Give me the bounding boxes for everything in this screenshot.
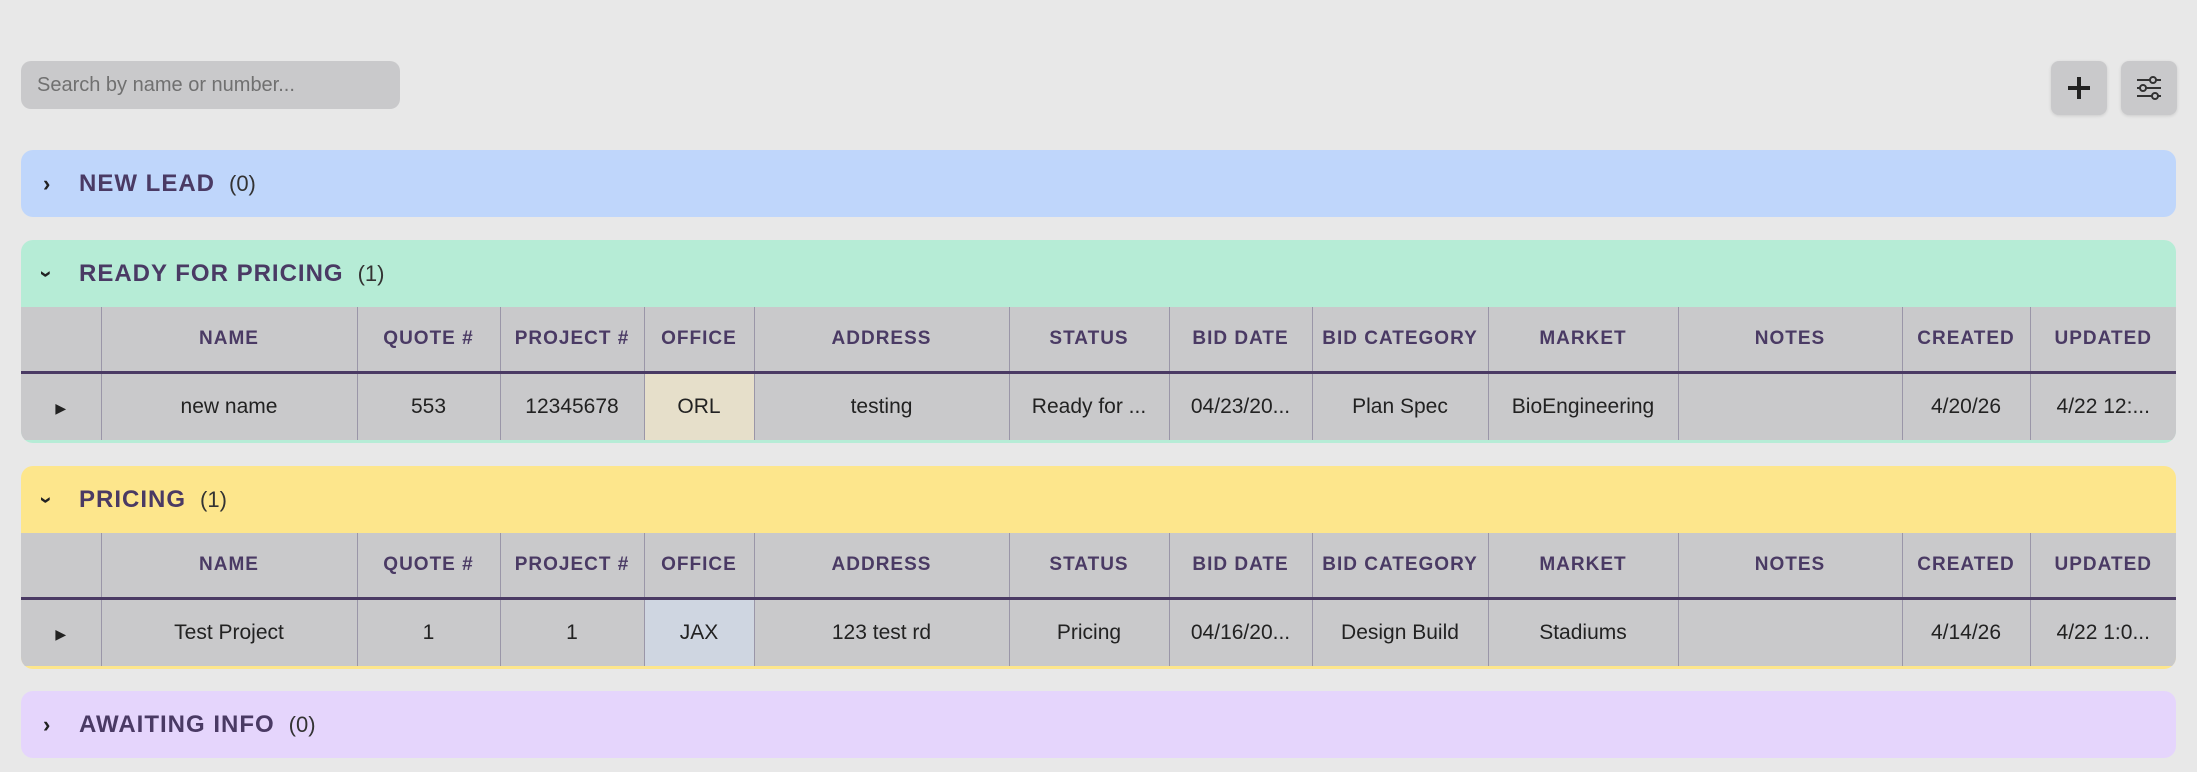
cell-created: 4/14/26 xyxy=(1902,598,2031,666)
column-header-created[interactable]: CREATED xyxy=(1902,533,2031,600)
group-awaiting-info: › AWAITING INFO (0) xyxy=(21,691,2176,758)
group-count: (1) xyxy=(200,486,227,512)
group-ready-for-pricing: › READY FOR PRICING (1) NAME QUOTE # PRO… xyxy=(21,240,2176,443)
group-title: PRICING xyxy=(79,485,187,513)
column-header-name[interactable]: NAME xyxy=(101,307,358,374)
column-header-name[interactable]: NAME xyxy=(101,533,358,600)
cell-bid-date: 04/16/20... xyxy=(1169,598,1313,666)
column-header-quote[interactable]: QUOTE # xyxy=(357,307,501,374)
column-header-notes[interactable]: NOTES xyxy=(1678,533,1903,600)
group-header-new-lead[interactable]: › NEW LEAD (0) xyxy=(21,150,2176,217)
column-header-status[interactable]: STATUS xyxy=(1009,533,1170,600)
table-row[interactable]: ▶ new name 553 12345678 ORL testing Read… xyxy=(21,372,2176,440)
sliders-icon xyxy=(2137,76,2161,100)
column-header-market[interactable]: MARKET xyxy=(1488,307,1679,374)
column-header-market[interactable]: MARKET xyxy=(1488,533,1679,600)
cell-quote: 553 xyxy=(357,372,501,440)
plus-icon xyxy=(2068,77,2090,99)
column-header-status[interactable]: STATUS xyxy=(1009,307,1170,374)
group-count: (0) xyxy=(229,170,256,196)
column-header-office[interactable]: OFFICE xyxy=(644,533,755,600)
group-title: NEW LEAD xyxy=(79,169,215,197)
cell-status: Pricing xyxy=(1009,598,1170,666)
column-header-bid-date[interactable]: BID DATE xyxy=(1169,533,1313,600)
row-expand-toggle[interactable]: ▶ xyxy=(21,372,102,440)
row-expand-toggle[interactable]: ▶ xyxy=(21,598,102,666)
group-count: (1) xyxy=(357,260,385,286)
cell-office: ORL xyxy=(644,372,755,440)
cell-bid-date: 04/23/20... xyxy=(1169,372,1313,440)
cell-name: new name xyxy=(101,372,358,440)
cell-project: 12345678 xyxy=(500,372,645,440)
cell-address: testing xyxy=(754,372,1010,440)
column-header-bid-category[interactable]: BID CATEGORY xyxy=(1312,307,1489,374)
column-header-created[interactable]: CREATED xyxy=(1902,307,2031,374)
group-pricing: › PRICING (1) NAME QUOTE # PROJECT # OFF… xyxy=(21,466,2176,669)
chevron-right-icon: › xyxy=(43,170,51,196)
cell-market: BioEngineering xyxy=(1488,372,1679,440)
cell-name: Test Project xyxy=(101,598,358,666)
cell-market: Stadiums xyxy=(1488,598,1679,666)
cell-created: 4/20/26 xyxy=(1902,372,2031,440)
cell-bid-category: Design Build xyxy=(1312,598,1489,666)
group-header-ready-for-pricing[interactable]: › READY FOR PRICING (1) xyxy=(21,240,2176,307)
triangle-right-icon: ▶ xyxy=(55,399,67,416)
column-header-bid-category[interactable]: BID CATEGORY xyxy=(1312,533,1489,600)
cell-status: Ready for ... xyxy=(1009,372,1170,440)
column-header-bid-date[interactable]: BID DATE xyxy=(1169,307,1313,374)
table-row[interactable]: ▶ Test Project 1 1 JAX 123 test rd Prici… xyxy=(21,598,2176,666)
filter-settings-button[interactable] xyxy=(2121,61,2177,115)
column-header-address[interactable]: ADDRESS xyxy=(754,533,1010,600)
toolbar xyxy=(21,61,2177,115)
column-header-notes[interactable]: NOTES xyxy=(1678,307,1903,374)
table-header-row: NAME QUOTE # PROJECT # OFFICE ADDRESS ST… xyxy=(21,307,2176,374)
group-title: AWAITING INFO xyxy=(79,710,275,738)
cell-quote: 1 xyxy=(357,598,501,666)
cell-project: 1 xyxy=(500,598,645,666)
cell-office: JAX xyxy=(644,598,755,666)
search-input[interactable] xyxy=(21,61,400,109)
column-header-updated[interactable]: UPDATED xyxy=(2030,307,2176,374)
cell-notes xyxy=(1678,372,1903,440)
column-header-project[interactable]: PROJECT # xyxy=(500,533,645,600)
column-header-quote[interactable]: QUOTE # xyxy=(357,533,501,600)
expander-header xyxy=(21,307,102,374)
expander-header xyxy=(21,533,102,600)
chevron-down-icon: › xyxy=(34,269,60,278)
group-header-pricing[interactable]: › PRICING (1) xyxy=(21,466,2176,533)
projects-table: NAME QUOTE # PROJECT # OFFICE ADDRESS ST… xyxy=(21,533,2176,666)
chevron-down-icon: › xyxy=(34,495,60,504)
group-header-awaiting-info[interactable]: › AWAITING INFO (0) xyxy=(21,691,2176,758)
chevron-right-icon: › xyxy=(43,711,51,737)
cell-notes xyxy=(1678,598,1903,666)
table-header-row: NAME QUOTE # PROJECT # OFFICE ADDRESS ST… xyxy=(21,533,2176,600)
cell-address: 123 test rd xyxy=(754,598,1010,666)
column-header-office[interactable]: OFFICE xyxy=(644,307,755,374)
group-title: READY FOR PRICING xyxy=(79,259,344,287)
group-count: (0) xyxy=(288,711,316,737)
cell-bid-category: Plan Spec xyxy=(1312,372,1489,440)
group-new-lead: › NEW LEAD (0) xyxy=(21,150,2176,217)
cell-updated: 4/22 12:... xyxy=(2056,394,2150,418)
column-header-project[interactable]: PROJECT # xyxy=(500,307,645,374)
triangle-right-icon: ▶ xyxy=(55,625,67,642)
cell-updated: 4/22 1:0... xyxy=(2056,620,2150,644)
add-button[interactable] xyxy=(2051,61,2107,115)
column-header-updated[interactable]: UPDATED xyxy=(2030,533,2176,600)
column-header-address[interactable]: ADDRESS xyxy=(754,307,1010,374)
projects-table: NAME QUOTE # PROJECT # OFFICE ADDRESS ST… xyxy=(21,307,2176,440)
